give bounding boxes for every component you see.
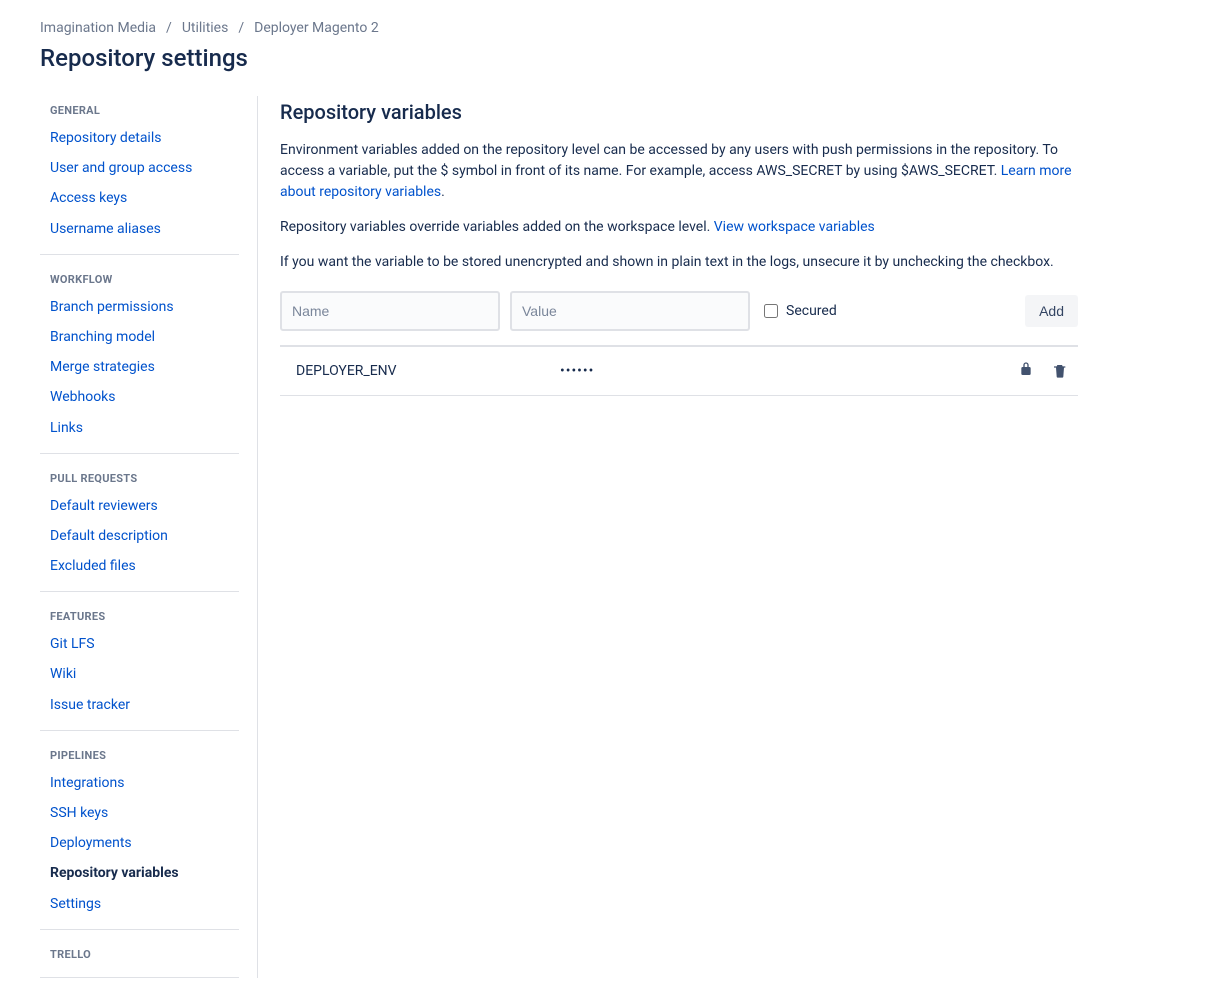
sidebar-item-links[interactable]: Links	[40, 413, 239, 443]
breadcrumb-sep: /	[166, 20, 172, 36]
breadcrumb-sep: /	[238, 20, 244, 36]
sidebar-item-webhooks[interactable]: Webhooks	[40, 382, 239, 412]
sidebar-section-header: Pipelines	[40, 741, 239, 768]
intro-paragraph-2: Repository variables override variables …	[280, 217, 1078, 238]
sidebar: GeneralRepository detailsUser and group …	[40, 96, 258, 978]
sidebar-section-header: Trello	[40, 940, 239, 967]
breadcrumb-item[interactable]: Utilities	[182, 20, 229, 36]
sidebar-item-repository-details[interactable]: Repository details	[40, 123, 239, 153]
sidebar-section-header: Workflow	[40, 265, 239, 292]
sidebar-section-header: Features	[40, 602, 239, 629]
secured-checkbox[interactable]	[764, 304, 778, 318]
variable-name: DEPLOYER_ENV	[280, 363, 560, 379]
breadcrumb-item[interactable]: Deployer Magento 2	[254, 20, 379, 36]
sidebar-item-repository-variables[interactable]: Repository variables	[40, 858, 239, 888]
sidebar-item-ssh-keys[interactable]: SSH keys	[40, 798, 239, 828]
variable-value-input[interactable]	[510, 291, 750, 331]
content-title: Repository variables	[280, 100, 1078, 124]
intro-paragraph-1: Environment variables added on the repos…	[280, 140, 1078, 203]
sidebar-item-branch-permissions[interactable]: Branch permissions	[40, 292, 239, 322]
sidebar-item-wiki[interactable]: Wiki	[40, 659, 239, 689]
variable-form: Secured Add	[280, 291, 1078, 347]
sidebar-item-deployments[interactable]: Deployments	[40, 828, 239, 858]
sidebar-item-integrations[interactable]: Integrations	[40, 768, 239, 798]
sidebar-item-issue-tracker[interactable]: Issue tracker	[40, 690, 239, 720]
sidebar-item-access-keys[interactable]: Access keys	[40, 183, 239, 213]
delete-button[interactable]	[1052, 363, 1068, 379]
sidebar-item-username-aliases[interactable]: Username aliases	[40, 214, 239, 244]
variable-value: ••••••	[560, 363, 1018, 379]
view-workspace-vars-link[interactable]: View workspace variables	[714, 219, 875, 235]
secured-label: Secured	[786, 303, 837, 319]
sidebar-item-user-and-group-access[interactable]: User and group access	[40, 153, 239, 183]
intro-paragraph-3: If you want the variable to be stored un…	[280, 252, 1078, 273]
add-button[interactable]: Add	[1025, 295, 1078, 327]
sidebar-item-excluded-files[interactable]: Excluded files	[40, 551, 239, 581]
page-title: Repository settings	[40, 44, 1168, 72]
lock-icon	[1018, 361, 1034, 381]
variable-row: DEPLOYER_ENV••••••	[280, 347, 1078, 396]
sidebar-item-branching-model[interactable]: Branching model	[40, 322, 239, 352]
breadcrumb: Imagination Media / Utilities / Deployer…	[40, 20, 1168, 36]
sidebar-item-merge-strategies[interactable]: Merge strategies	[40, 352, 239, 382]
variable-name-input[interactable]	[280, 291, 500, 331]
sidebar-item-settings[interactable]: Settings	[40, 889, 239, 919]
sidebar-item-default-reviewers[interactable]: Default reviewers	[40, 491, 239, 521]
breadcrumb-item[interactable]: Imagination Media	[40, 20, 156, 36]
sidebar-item-git-lfs[interactable]: Git LFS	[40, 629, 239, 659]
variable-actions	[1018, 361, 1078, 381]
sidebar-item-default-description[interactable]: Default description	[40, 521, 239, 551]
main-content: Repository variables Environment variabl…	[258, 96, 1078, 978]
sidebar-section-header: General	[40, 96, 239, 123]
sidebar-section-header: Pull Requests	[40, 464, 239, 491]
